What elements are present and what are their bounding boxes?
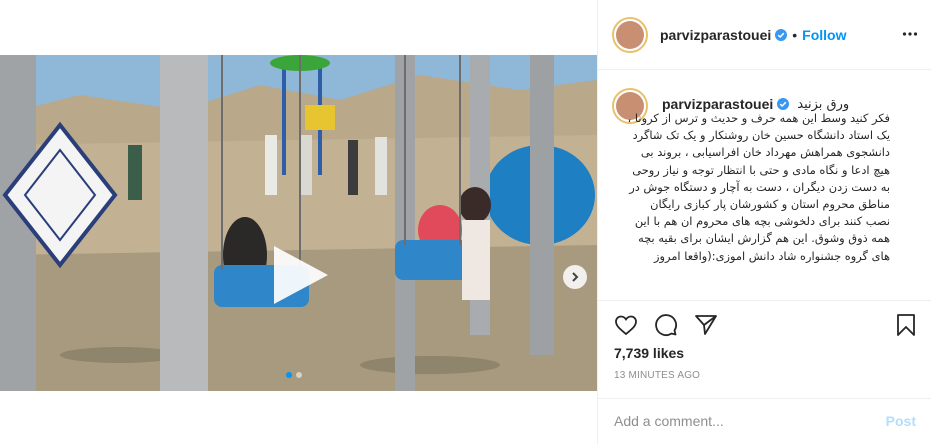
share-icon[interactable] [694,313,718,337]
heart-icon[interactable] [614,313,638,337]
follow-button[interactable]: Follow [802,27,846,43]
carousel-dot [296,372,302,378]
avatar[interactable] [612,16,648,53]
playground-scene [0,55,597,391]
separator: • [792,26,798,43]
caption-text: فکر کنید وسط این همه حرف و حدیث و ترس از… [627,111,890,263]
comment-bar: Post [598,398,931,444]
carousel-dots [286,372,302,378]
chevron-right-icon [572,272,579,282]
comment-input[interactable] [614,413,864,429]
post-comment-button[interactable]: Post [886,413,916,429]
instagram-post-modal: parvizparastouei • Follow parvizparastou… [0,0,931,444]
media-panel [0,0,597,444]
more-options-icon[interactable] [902,26,918,42]
post-side-panel: parvizparastouei • Follow parvizparastou… [597,0,931,444]
username-link[interactable]: parvizparastouei [660,27,771,43]
play-icon[interactable] [266,242,332,308]
verified-badge-icon [777,98,790,110]
verified-badge-icon [775,28,788,41]
likes-count[interactable]: 7,739 likes [614,345,684,361]
timestamp[interactable]: 13 MINUTES AGO [614,370,700,381]
bookmark-icon[interactable] [894,313,918,337]
action-bar [598,300,931,344]
next-media-button[interactable] [563,265,587,289]
carousel-dot-active [286,372,292,378]
post-header: parvizparastouei • Follow [598,0,931,70]
avatar-image [616,20,644,49]
comment-icon[interactable] [654,313,678,337]
post-video[interactable] [0,55,597,391]
